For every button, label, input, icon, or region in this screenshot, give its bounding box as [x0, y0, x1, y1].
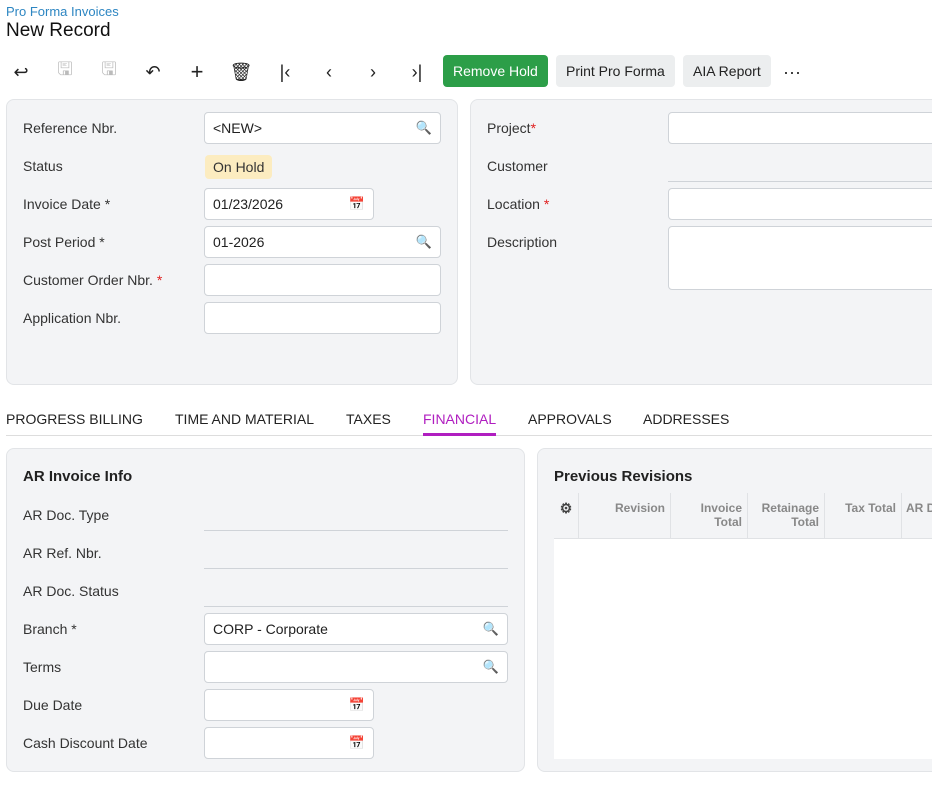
- reference-nbr-label: Reference Nbr.: [23, 120, 118, 136]
- search-icon[interactable]: 🔍: [416, 234, 432, 250]
- tab-time-and-material[interactable]: TIME AND MATERIAL: [175, 411, 314, 427]
- due-date-label: Due Date: [23, 697, 83, 713]
- post-period-input[interactable]: 01-2026 🔍: [204, 226, 441, 258]
- application-nbr-input[interactable]: [204, 302, 441, 334]
- column-invoice-total[interactable]: Invoice Total: [671, 493, 748, 539]
- previous-record-icon[interactable]: ‹: [314, 58, 344, 86]
- search-icon[interactable]: 🔍: [483, 621, 499, 637]
- ar-doc-type-value: [204, 530, 508, 531]
- column-retainage-total[interactable]: Retainage Total: [748, 493, 825, 539]
- back-icon[interactable]: ↩: [6, 58, 36, 86]
- reference-nbr-input[interactable]: <NEW> 🔍: [204, 112, 441, 144]
- ar-ref-nbr-label: AR Ref. Nbr.: [23, 545, 102, 561]
- location-label: Location *: [487, 196, 550, 212]
- ar-invoice-info-panel: [6, 448, 525, 772]
- application-nbr-label: Application Nbr.: [23, 310, 122, 326]
- status-badge: On Hold: [205, 155, 273, 179]
- ar-doc-status-value: [204, 606, 508, 607]
- terms-label: Terms: [23, 659, 62, 675]
- page-title: New Record: [6, 20, 111, 41]
- customer-value: [668, 181, 932, 182]
- column-revision[interactable]: Revision: [579, 493, 671, 539]
- status-label: Status: [23, 158, 63, 174]
- description-label: Description: [487, 234, 558, 250]
- undo-icon[interactable]: ↶: [138, 58, 168, 86]
- ar-ref-nbr-value: [204, 568, 508, 569]
- grid-settings-icon[interactable]: ⚙: [554, 493, 579, 539]
- branch-label: Branch *: [23, 621, 77, 637]
- search-icon[interactable]: 🔍: [416, 120, 432, 136]
- last-record-icon[interactable]: ›|: [402, 58, 432, 86]
- invoice-date-label: Invoice Date *: [23, 196, 111, 212]
- cash-discount-date-label: Cash Discount Date: [23, 735, 148, 751]
- add-icon[interactable]: +: [182, 58, 212, 86]
- due-date-input[interactable]: 📅: [204, 689, 374, 721]
- remove-hold-button[interactable]: Remove Hold: [443, 55, 548, 87]
- print-pro-forma-button[interactable]: Print Pro Forma: [556, 55, 675, 87]
- invoice-date-value: 01/23/2026: [213, 196, 284, 212]
- calendar-icon[interactable]: 📅: [349, 735, 365, 751]
- customer-label: Customer: [487, 158, 548, 174]
- location-input[interactable]: [668, 188, 932, 220]
- project-input[interactable]: [668, 112, 932, 144]
- ar-doc-status-label: AR Doc. Status: [23, 583, 119, 599]
- customer-order-nbr-input[interactable]: [204, 264, 441, 296]
- tab-taxes[interactable]: TAXES: [346, 411, 391, 427]
- save-close-icon[interactable]: 🖫: [50, 58, 80, 86]
- previous-revisions-title: Previous Revisions: [554, 468, 693, 485]
- terms-input[interactable]: 🔍: [204, 651, 508, 683]
- ar-doc-type-label: AR Doc. Type: [23, 507, 110, 523]
- tab-addresses[interactable]: ADDRESSES: [643, 411, 729, 427]
- post-period-value: 01-2026: [213, 234, 265, 250]
- more-button[interactable]: ···: [777, 58, 807, 86]
- tab-approvals[interactable]: APPROVALS: [528, 411, 612, 427]
- next-record-icon[interactable]: ›: [358, 58, 388, 86]
- tab-progress-billing[interactable]: PROGRESS BILLING: [6, 411, 143, 427]
- delete-icon[interactable]: 🗑: [226, 58, 256, 86]
- save-icon[interactable]: 🖫: [94, 58, 124, 86]
- branch-value: CORP - Corporate: [213, 621, 328, 637]
- project-label: Project*: [487, 120, 537, 136]
- customer-order-nbr-label: Customer Order Nbr. *: [23, 272, 163, 288]
- breadcrumb[interactable]: Pro Forma Invoices: [6, 4, 119, 19]
- revisions-grid-body: [554, 538, 932, 759]
- first-record-icon[interactable]: |‹: [270, 58, 300, 86]
- tab-financial[interactable]: FINANCIAL: [423, 411, 496, 427]
- ar-invoice-info-title: AR Invoice Info: [23, 468, 133, 485]
- cash-discount-date-input[interactable]: 📅: [204, 727, 374, 759]
- calendar-icon[interactable]: 📅: [349, 196, 365, 212]
- column-ar-doc[interactable]: AR D: [902, 493, 932, 539]
- column-tax-total[interactable]: Tax Total: [825, 493, 902, 539]
- post-period-label: Post Period *: [23, 234, 105, 250]
- branch-input[interactable]: CORP - Corporate 🔍: [204, 613, 508, 645]
- active-tab-indicator: [423, 433, 496, 436]
- invoice-date-input[interactable]: 01/23/2026 📅: [204, 188, 374, 220]
- aia-report-button[interactable]: AIA Report: [683, 55, 771, 87]
- calendar-icon[interactable]: 📅: [349, 697, 365, 713]
- search-icon[interactable]: 🔍: [483, 659, 499, 675]
- description-input[interactable]: [668, 226, 932, 290]
- reference-nbr-value: <NEW>: [213, 120, 263, 136]
